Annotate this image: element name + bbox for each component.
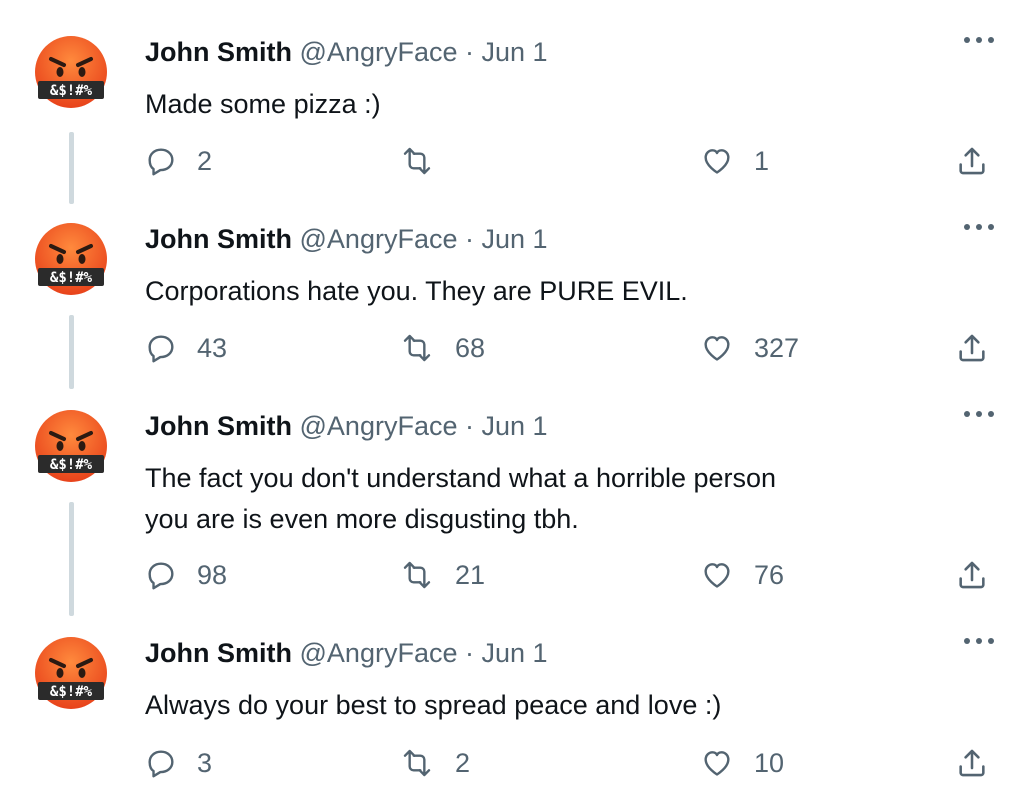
reply-icon [148, 148, 174, 176]
tweet-text: Made some pizza :) [145, 89, 381, 119]
share-icon [959, 561, 985, 589]
user-handle[interactable]: @AngryFace [300, 638, 458, 668]
separator-dot: · [465, 37, 474, 67]
share-icon [959, 147, 985, 175]
tweet-date[interactable]: Jun 1 [482, 224, 548, 254]
user-handle[interactable]: @AngryFace [300, 411, 458, 441]
retweet-button[interactable]: 2 [399, 743, 470, 783]
retweet-button[interactable]: 21 [399, 555, 485, 595]
tweet-actions: 43 68 327 [145, 328, 1005, 368]
like-button[interactable]: 10 [700, 743, 784, 783]
thread-line [69, 132, 74, 204]
like-count: 327 [754, 332, 800, 363]
heart-icon [704, 751, 730, 776]
like-button[interactable]: 327 [700, 328, 799, 368]
thread-line [69, 315, 74, 389]
display-name[interactable]: John Smith [145, 638, 292, 668]
reply-count: 98 [197, 559, 228, 590]
tweet-header: John Smith @AngryFace · Jun 1 [145, 410, 548, 442]
tweet-text: Always do your best to spread peace and … [145, 690, 722, 720]
reply-button[interactable]: 98 [145, 555, 227, 595]
reply-icon [148, 335, 174, 363]
more-options-icon[interactable] [962, 34, 996, 54]
tweet-actions: 2 1 [145, 141, 1005, 181]
angry-face-icon: &$!#% [35, 410, 107, 482]
reply-count: 3 [197, 747, 213, 778]
retweet-icon [403, 561, 431, 589]
angry-face-icon: &$!#% [35, 223, 107, 295]
heart-icon [704, 149, 730, 174]
svg-text:&$!#%: &$!#% [50, 83, 93, 99]
separator-dot: · [465, 411, 474, 441]
like-count: 76 [754, 559, 785, 590]
tweet-date[interactable]: Jun 1 [482, 37, 548, 67]
tweet-header: John Smith @AngryFace · Jun 1 [145, 637, 548, 669]
reply-count: 43 [197, 332, 228, 363]
heart-icon [704, 563, 730, 588]
share-button[interactable] [955, 141, 989, 181]
tweet-date[interactable]: Jun 1 [482, 411, 548, 441]
share-button[interactable] [955, 555, 989, 595]
like-count: 1 [754, 145, 770, 176]
reply-count: 2 [197, 145, 213, 176]
more-options-icon[interactable] [962, 635, 996, 655]
tweet-text: The fact you don't understand what a hor… [145, 458, 905, 540]
retweet-icon [403, 334, 431, 362]
retweet-count: 2 [455, 747, 471, 778]
tweet-text: Corporations hate you. They are PURE EVI… [145, 276, 688, 306]
separator-dot: · [465, 224, 474, 254]
retweet-count: 68 [455, 332, 486, 363]
display-name[interactable]: John Smith [145, 224, 292, 254]
like-button[interactable]: 76 [700, 555, 784, 595]
avatar[interactable]: &$!#% [33, 635, 109, 711]
retweet-count: 21 [455, 559, 486, 590]
svg-text:&$!#%: &$!#% [50, 457, 93, 473]
reply-button[interactable]: 43 [145, 328, 227, 368]
user-handle[interactable]: @AngryFace [300, 224, 458, 254]
tweet-actions: 3 2 10 [145, 743, 1005, 783]
more-options-icon[interactable] [962, 408, 996, 428]
reply-icon [148, 562, 174, 590]
reply-icon [148, 750, 174, 778]
avatar[interactable]: &$!#% [33, 221, 109, 297]
user-handle[interactable]: @AngryFace [300, 37, 458, 67]
share-button[interactable] [955, 328, 989, 368]
share-icon [959, 334, 985, 362]
retweet-button[interactable] [399, 141, 455, 181]
more-options-icon[interactable] [962, 221, 996, 241]
thread-line [69, 502, 74, 616]
like-count: 10 [754, 747, 785, 778]
tweet-header: John Smith @AngryFace · Jun 1 [145, 223, 548, 255]
angry-face-icon: &$!#% [35, 36, 107, 108]
separator-dot: · [465, 638, 474, 668]
retweet-icon [403, 147, 431, 175]
reply-button[interactable]: 3 [145, 743, 212, 783]
retweet-button[interactable]: 68 [399, 328, 485, 368]
svg-text:&$!#%: &$!#% [50, 270, 93, 286]
tweet-date[interactable]: Jun 1 [482, 638, 548, 668]
share-button[interactable] [955, 743, 989, 783]
svg-text:&$!#%: &$!#% [50, 684, 93, 700]
retweet-icon [403, 749, 431, 777]
tweet-text-line: you are is even more disgusting tbh. [145, 504, 579, 534]
angry-face-icon: &$!#% [35, 637, 107, 709]
display-name[interactable]: John Smith [145, 411, 292, 441]
tweet-text-line: The fact you don't understand what a hor… [145, 463, 777, 493]
heart-icon [704, 336, 730, 361]
avatar[interactable]: &$!#% [33, 408, 109, 484]
share-icon [959, 749, 985, 777]
avatar[interactable]: &$!#% [33, 34, 109, 110]
tweet-header: John Smith @AngryFace · Jun 1 [145, 36, 548, 68]
like-button[interactable]: 1 [700, 141, 769, 181]
tweet-actions: 98 21 76 [145, 555, 1005, 595]
reply-button[interactable]: 2 [145, 141, 212, 181]
display-name[interactable]: John Smith [145, 37, 292, 67]
